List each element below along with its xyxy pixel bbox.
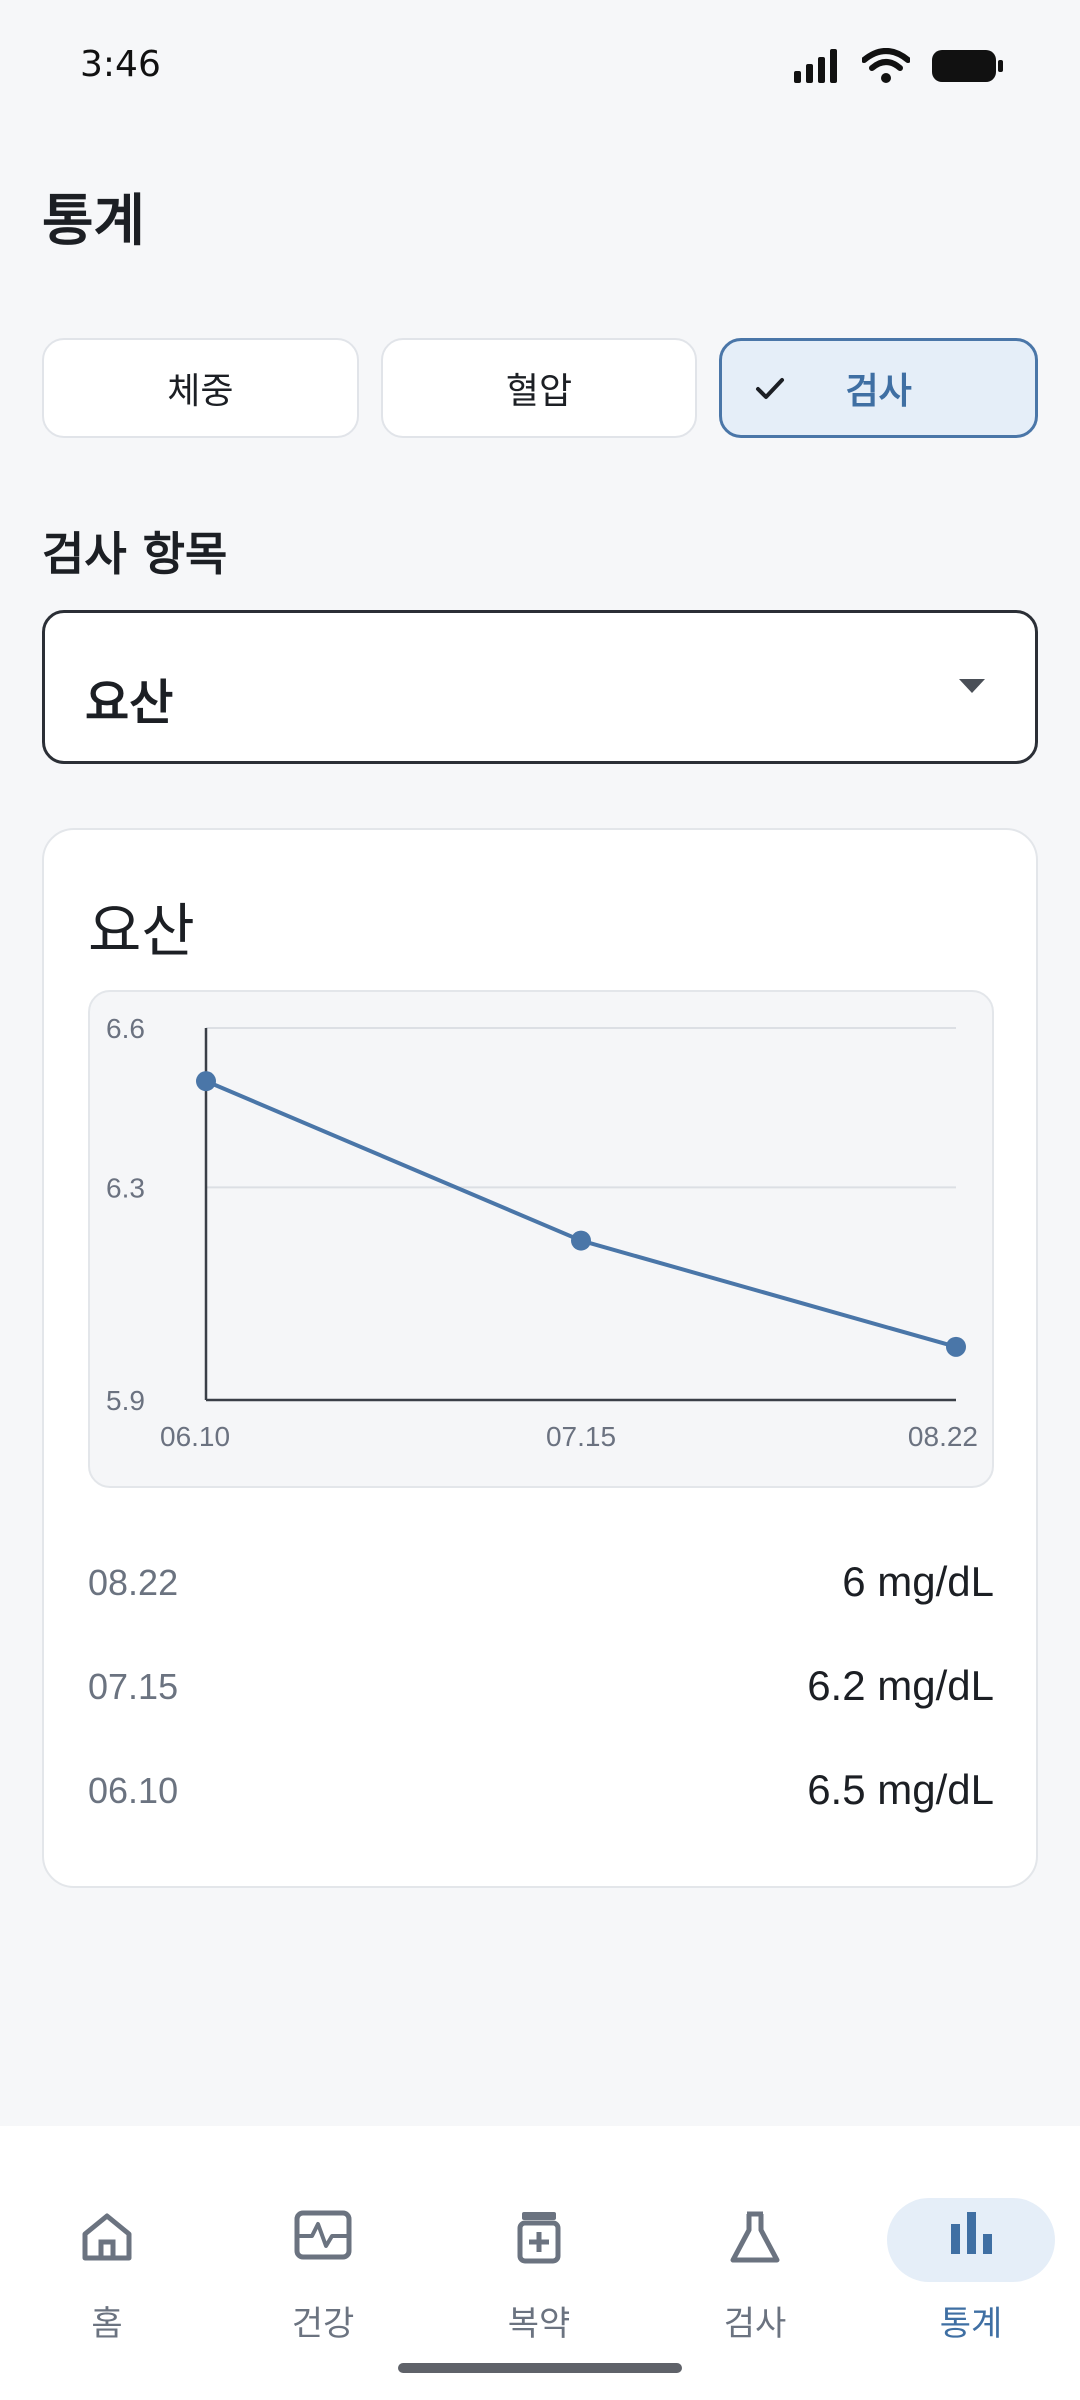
record-value: 6.5 mg/dL — [807, 1766, 994, 1813]
record-list: 08.22 6 mg/dL 07.15 6.2 mg/dL 06.10 6.5 … — [88, 1542, 994, 1854]
data-point — [946, 1336, 966, 1357]
nav-label-stats: 통계 — [939, 2304, 1003, 2344]
stats-card: 요산 6.6 6.3 5.9 06.10 07.15 08.22 08.22 6 mg/d… — [42, 828, 1038, 1888]
record-row: 07.15 6.2 mg/dL — [88, 1646, 994, 1750]
data-point — [571, 1230, 591, 1251]
health-monitor-icon — [294, 2210, 352, 2260]
status-time: 3:46 — [80, 44, 161, 85]
data-point — [196, 1071, 216, 1092]
record-row: 06.10 6.5 mg/dL — [88, 1750, 994, 1854]
nav-item-medication[interactable]: 복약 — [454, 2166, 624, 2344]
line-chart: 6.6 6.3 5.9 06.10 07.15 08.22 — [88, 990, 994, 1488]
tab-weight[interactable]: 체중 — [42, 338, 359, 438]
wifi-icon — [862, 48, 910, 83]
home-icon — [82, 2213, 132, 2261]
home-indicator — [398, 2363, 682, 2373]
record-value: 6 mg/dL — [842, 1558, 994, 1605]
x-tick-label: 07.15 — [546, 1421, 616, 1452]
nav-item-health[interactable]: 건강 — [238, 2166, 408, 2344]
x-tick-label: 08.22 — [908, 1421, 978, 1452]
test-item-label: 검사 항목 — [42, 527, 228, 581]
record-date: 07.15 — [88, 1666, 179, 1707]
dropdown-selected-value: 요산 — [85, 675, 174, 731]
caret-down-icon — [959, 679, 985, 693]
tab-blood-pressure[interactable]: 혈압 — [380, 338, 698, 438]
x-tick-label: 06.10 — [160, 1421, 230, 1452]
tab-test-label: 검사 — [845, 371, 912, 412]
status-bar: 3:46 — [0, 0, 1080, 140]
segment-tabs: 체중 혈압 검사 — [42, 338, 1039, 438]
bottom-navigation: 홈 건강 복약 검사 통계 — [0, 2126, 1080, 2400]
record-date: 06.10 — [88, 1770, 179, 1811]
y-tick-label: 6.3 — [106, 1172, 145, 1203]
record-row: 08.22 6 mg/dL — [88, 1542, 994, 1646]
nav-item-stats[interactable]: 통계 — [886, 2166, 1056, 2344]
tab-test[interactable]: 검사 — [719, 338, 1039, 438]
tab-weight-label: 체중 — [167, 371, 234, 412]
test-item-dropdown[interactable]: 요산 — [42, 610, 1038, 764]
medication-icon — [517, 2212, 561, 2264]
status-icons — [794, 48, 1004, 84]
chart-svg: 6.6 6.3 5.9 06.10 07.15 08.22 — [106, 1013, 978, 1452]
card-title: 요산 — [88, 897, 195, 965]
y-tick-label: 5.9 — [106, 1385, 145, 1416]
signal-icon — [794, 49, 837, 83]
nav-label-home: 홈 — [91, 2304, 123, 2344]
tab-blood-pressure-label: 혈압 — [505, 371, 573, 412]
page-title: 통계 — [42, 189, 146, 254]
nav-label-test: 검사 — [723, 2304, 787, 2344]
bar-chart-icon — [951, 2212, 992, 2254]
nav-label-health: 건강 — [291, 2304, 355, 2344]
flask-icon — [730, 2211, 780, 2263]
battery-icon — [932, 50, 1003, 82]
record-value: 6.2 mg/dL — [807, 1662, 994, 1709]
series-line — [205, 1079, 957, 1349]
nav-item-test[interactable]: 검사 — [670, 2166, 840, 2344]
record-date: 08.22 — [88, 1562, 179, 1603]
y-tick-label: 6.6 — [106, 1013, 145, 1044]
nav-item-home[interactable]: 홈 — [22, 2166, 192, 2344]
check-icon — [756, 378, 785, 399]
nav-label-medication: 복약 — [507, 2304, 571, 2344]
